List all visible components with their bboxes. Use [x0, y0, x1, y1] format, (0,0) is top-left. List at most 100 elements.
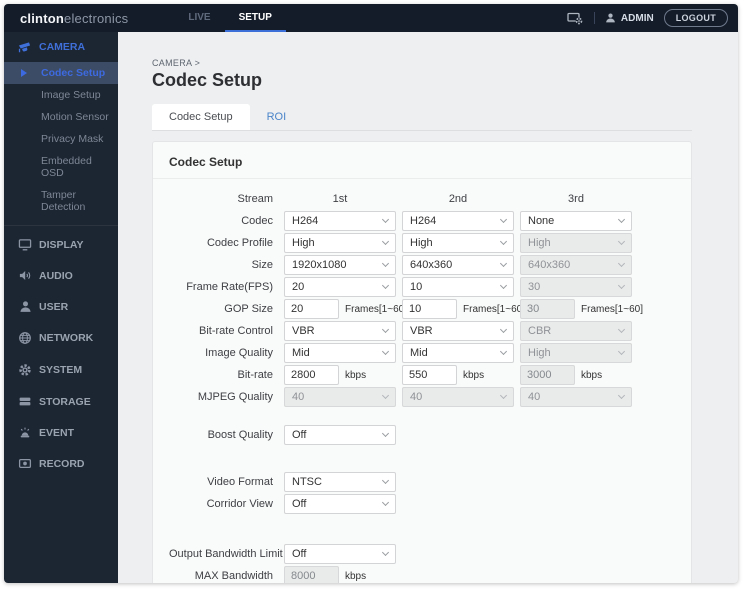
- frame-rate-select-1st[interactable]: 20: [284, 277, 396, 297]
- size-select-1st[interactable]: 1920x1080: [284, 255, 396, 275]
- codec-profile-select-3rd: High: [520, 233, 632, 253]
- table-row-gop-size: GOP Size Frames[1~60] Frames[1~60] Frame…: [169, 299, 679, 319]
- nav-live[interactable]: LIVE: [174, 4, 224, 32]
- video-format-select[interactable]: NTSC: [284, 472, 396, 492]
- column-header-1st: 1st: [332, 193, 348, 205]
- sidebar-item-embedded-osd[interactable]: Embedded OSD: [4, 150, 118, 184]
- table-row-mjpeg-quality: MJPEG Quality 40 40 40: [169, 387, 679, 407]
- top-bar: clinton electronics LIVE SETUP ADMIN LOG…: [4, 4, 738, 32]
- top-bar-right: ADMIN LOGOUT: [567, 4, 728, 32]
- chevron-down-icon: [381, 476, 390, 485]
- corridor-view-select[interactable]: Off: [284, 494, 396, 514]
- gop-size-input-2nd[interactable]: [402, 299, 457, 319]
- boost-quality-select[interactable]: Off: [284, 425, 396, 445]
- sidebar-item-motion-sensor[interactable]: Motion Sensor: [4, 106, 118, 128]
- nav-setup[interactable]: SETUP: [224, 4, 286, 32]
- chevron-down-icon: [499, 325, 508, 334]
- table-row-image-quality: Image Quality Mid Mid High: [169, 343, 679, 363]
- sidebar-section-storage[interactable]: STORAGE: [4, 386, 118, 417]
- frame-rate-select-2nd[interactable]: 10: [402, 277, 514, 297]
- sidebar: CAMERA Codec Setup Image Setup Motion Se…: [4, 32, 118, 583]
- logo-bold-text: clinton: [20, 10, 65, 26]
- chevron-down-icon: [617, 347, 626, 356]
- codec-select-2nd[interactable]: H264: [402, 211, 514, 231]
- codec-profile-select-2nd[interactable]: High: [402, 233, 514, 253]
- table-row-size: Size 1920x1080 640x360 640x360: [169, 255, 679, 275]
- sidebar-section-network[interactable]: NETWORK: [4, 322, 118, 354]
- user-icon: [18, 300, 32, 313]
- chevron-down-icon: [381, 237, 390, 246]
- device-settings-icon[interactable]: [567, 11, 584, 25]
- chevron-down-icon: [381, 347, 390, 356]
- app-window: clinton electronics LIVE SETUP ADMIN LOG…: [4, 4, 738, 583]
- current-user[interactable]: ADMIN: [605, 12, 654, 24]
- image-quality-select-1st[interactable]: Mid: [284, 343, 396, 363]
- sidebar-section-audio[interactable]: AUDIO: [4, 260, 118, 291]
- frame-rate-select-3rd: 30: [520, 277, 632, 297]
- max-bandwidth-input: [284, 566, 339, 583]
- chevron-down-icon: [381, 215, 390, 224]
- breadcrumb: CAMERA >: [152, 58, 201, 68]
- bitrate-control-select-1st[interactable]: VBR: [284, 321, 396, 341]
- chevron-down-icon: [381, 548, 390, 557]
- top-nav: LIVE SETUP: [174, 4, 286, 32]
- stream-header-row: Stream 1st 2nd 3rd: [169, 193, 679, 205]
- chevron-down-icon: [617, 391, 626, 400]
- user-icon: [606, 13, 615, 23]
- network-icon: [18, 331, 32, 345]
- record-icon: [18, 457, 32, 470]
- codec-profile-select-1st[interactable]: High: [284, 233, 396, 253]
- sidebar-item-codec-setup[interactable]: Codec Setup: [4, 62, 118, 84]
- sidebar-item-privacy-mask[interactable]: Privacy Mask: [4, 128, 118, 150]
- camera-icon: [18, 41, 32, 53]
- image-quality-select-3rd: High: [520, 343, 632, 363]
- display-icon: [18, 238, 32, 251]
- chevron-down-icon: [381, 259, 390, 268]
- chevron-down-icon: [499, 347, 508, 356]
- sidebar-section-system[interactable]: SYSTEM: [4, 354, 118, 386]
- chevron-down-icon: [499, 215, 508, 224]
- output-bandwidth-limit-select[interactable]: Off: [284, 544, 396, 564]
- codec-form: Stream 1st 2nd 3rd Codec H264 H264 None …: [153, 179, 691, 583]
- bitrate-control-select-2nd[interactable]: VBR: [402, 321, 514, 341]
- main-content: CAMERA > Codec Setup Codec Setup ROI Cod…: [118, 32, 738, 583]
- codec-setup-card: Codec Setup Stream 1st 2nd 3rd Codec H26…: [152, 141, 692, 583]
- stream-header-label: Stream: [237, 193, 273, 205]
- codec-select-1st[interactable]: H264: [284, 211, 396, 231]
- tab-codec-setup[interactable]: Codec Setup: [152, 104, 250, 130]
- chevron-down-icon: [381, 498, 390, 507]
- mjpeg-quality-select-2nd: 40: [402, 387, 514, 407]
- sidebar-section-event[interactable]: EVENT: [4, 417, 118, 448]
- sidebar-item-tamper-detection[interactable]: Tamper Detection: [4, 184, 118, 218]
- tab-roi[interactable]: ROI: [250, 104, 304, 130]
- chevron-down-icon: [499, 281, 508, 290]
- chevron-down-icon: [499, 259, 508, 268]
- chevron-down-icon: [617, 281, 626, 290]
- chevron-down-icon: [381, 429, 390, 438]
- sidebar-section-display[interactable]: DISPLAY: [4, 229, 118, 260]
- bitrate-input-2nd[interactable]: [402, 365, 457, 385]
- codec-select-3rd[interactable]: None: [520, 211, 632, 231]
- gop-size-input-1st[interactable]: [284, 299, 339, 319]
- logout-button[interactable]: LOGOUT: [663, 9, 728, 27]
- sidebar-section-user[interactable]: USER: [4, 291, 118, 322]
- chevron-down-icon: [617, 325, 626, 334]
- sidebar-item-image-setup[interactable]: Image Setup: [4, 84, 118, 106]
- sidebar-section-record[interactable]: RECORD: [4, 448, 118, 479]
- max-bandwidth-row: MAX Bandwidth kbps: [169, 566, 679, 583]
- bitrate-input-1st[interactable]: [284, 365, 339, 385]
- size-select-2nd[interactable]: 640x360: [402, 255, 514, 275]
- sidebar-section-camera[interactable]: CAMERA: [4, 32, 118, 62]
- gear-icon: [18, 363, 32, 377]
- chevron-down-icon: [617, 237, 626, 246]
- column-header-2nd: 2nd: [448, 193, 468, 205]
- table-row-bitrate-control: Bit-rate Control VBR VBR CBR: [169, 321, 679, 341]
- chevron-down-icon: [617, 215, 626, 224]
- card-title: Codec Setup: [153, 142, 691, 179]
- username: ADMIN: [620, 12, 654, 24]
- image-quality-select-2nd[interactable]: Mid: [402, 343, 514, 363]
- active-item-marker-icon: [21, 69, 27, 77]
